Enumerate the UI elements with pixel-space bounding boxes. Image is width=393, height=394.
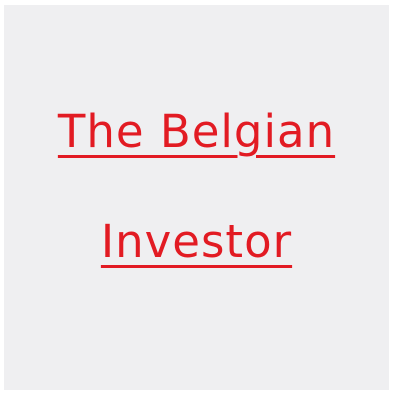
logo-title-line-1: The Belgian [57,105,336,158]
logo-title-line-2: Investor [100,215,293,268]
logo-tile: The Belgian Investor [4,5,389,390]
